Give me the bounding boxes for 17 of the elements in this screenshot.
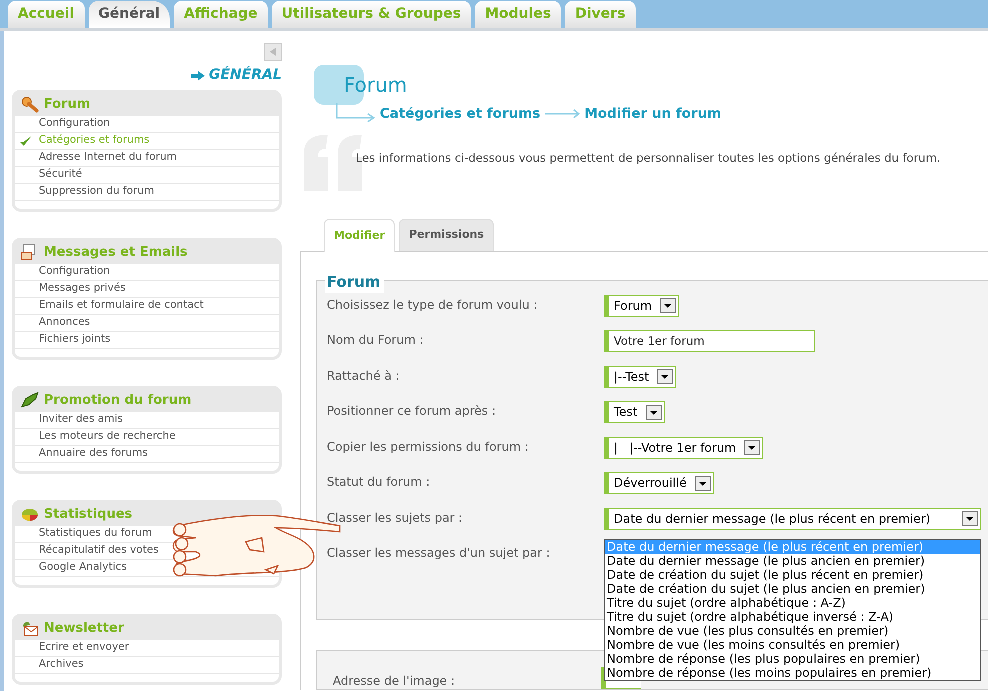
field-label: Nom du Forum : [327, 332, 425, 349]
field-label: Classer les messages d'un sujet par : [327, 545, 552, 562]
description-text: Les informations ci-dessous vous permettent de personnaliser toutes les options générales du forum. [356, 150, 941, 167]
menu-panel-title: Promotion du forum [44, 392, 192, 410]
field-label: Choisissez le type de forum voulu : [327, 296, 539, 314]
field-label: Copier les permissions du forum : [327, 438, 530, 456]
field-label: Adresse de l'image : [333, 672, 456, 688]
field-label: Rattaché à : [327, 368, 401, 384]
menu-panel-title: Statistiques [44, 506, 133, 524]
field-label: Statut du forum : [327, 474, 432, 491]
page-title: Forum [344, 73, 408, 97]
section-heading: GÉNÉRAL [209, 65, 282, 85]
menu-panel-title: Newsletter [44, 620, 124, 638]
field-label: Classer les sujets par : [327, 510, 464, 526]
menu-panel-title: Forum [44, 96, 90, 114]
field-label: Positionner ce forum après : [327, 403, 497, 420]
menu-panel-title: Messages et Emails [44, 244, 188, 262]
